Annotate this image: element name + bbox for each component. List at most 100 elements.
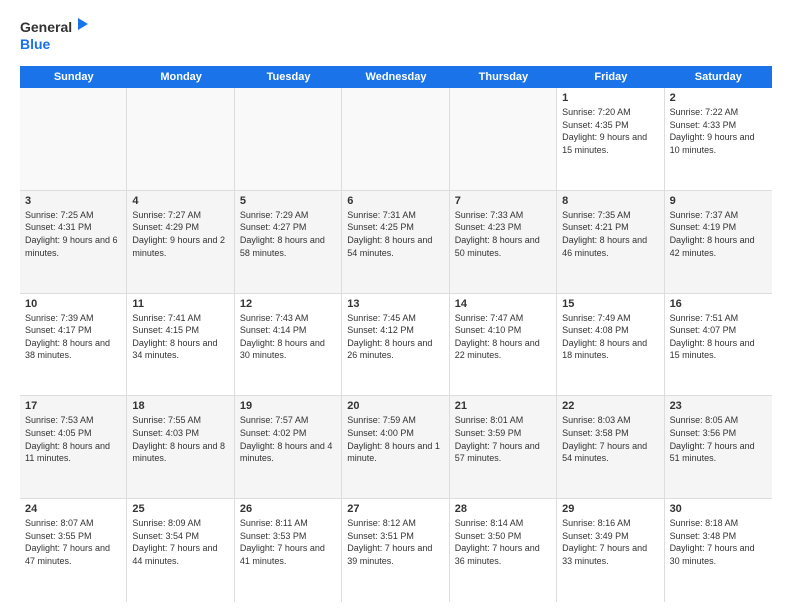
calendar-cell: 4 Sunrise: 7:27 AMSunset: 4:29 PMDayligh… xyxy=(127,191,234,293)
day-number: 14 xyxy=(455,298,551,310)
cell-info: Sunrise: 8:05 AMSunset: 3:56 PMDaylight:… xyxy=(670,415,755,463)
day-of-week-header: Thursday xyxy=(450,66,557,88)
page-header: GeneralBlue xyxy=(20,16,772,56)
day-of-week-header: Saturday xyxy=(665,66,772,88)
calendar-cell xyxy=(20,88,127,190)
day-number: 1 xyxy=(562,92,658,104)
day-number: 28 xyxy=(455,503,551,515)
calendar-cell: 9 Sunrise: 7:37 AMSunset: 4:19 PMDayligh… xyxy=(665,191,772,293)
day-number: 20 xyxy=(347,400,443,412)
day-number: 10 xyxy=(25,298,121,310)
day-number: 2 xyxy=(670,92,767,104)
day-number: 25 xyxy=(132,503,228,515)
cell-info: Sunrise: 7:53 AMSunset: 4:05 PMDaylight:… xyxy=(25,415,110,463)
day-of-week-header: Monday xyxy=(127,66,234,88)
day-number: 11 xyxy=(132,298,228,310)
calendar-cell: 20 Sunrise: 7:59 AMSunset: 4:00 PMDaylig… xyxy=(342,396,449,498)
calendar-cell: 27 Sunrise: 8:12 AMSunset: 3:51 PMDaylig… xyxy=(342,499,449,602)
cell-info: Sunrise: 7:35 AMSunset: 4:21 PMDaylight:… xyxy=(562,210,647,258)
calendar-cell: 13 Sunrise: 7:45 AMSunset: 4:12 PMDaylig… xyxy=(342,294,449,396)
day-number: 17 xyxy=(25,400,121,412)
cell-info: Sunrise: 7:33 AMSunset: 4:23 PMDaylight:… xyxy=(455,210,540,258)
calendar-cell: 28 Sunrise: 8:14 AMSunset: 3:50 PMDaylig… xyxy=(450,499,557,602)
calendar-cell xyxy=(342,88,449,190)
day-of-week-header: Tuesday xyxy=(235,66,342,88)
calendar-cell: 6 Sunrise: 7:31 AMSunset: 4:25 PMDayligh… xyxy=(342,191,449,293)
logo: GeneralBlue xyxy=(20,16,90,56)
svg-text:General: General xyxy=(20,19,72,35)
svg-text:Blue: Blue xyxy=(20,36,51,52)
calendar-body: 1 Sunrise: 7:20 AMSunset: 4:35 PMDayligh… xyxy=(20,88,772,602)
calendar-cell: 30 Sunrise: 8:18 AMSunset: 3:48 PMDaylig… xyxy=(665,499,772,602)
calendar-week-row: 24 Sunrise: 8:07 AMSunset: 3:55 PMDaylig… xyxy=(20,499,772,602)
day-of-week-header: Wednesday xyxy=(342,66,449,88)
day-number: 7 xyxy=(455,195,551,207)
day-number: 27 xyxy=(347,503,443,515)
calendar-cell: 12 Sunrise: 7:43 AMSunset: 4:14 PMDaylig… xyxy=(235,294,342,396)
calendar-cell xyxy=(450,88,557,190)
calendar-cell: 15 Sunrise: 7:49 AMSunset: 4:08 PMDaylig… xyxy=(557,294,664,396)
logo-graphic: GeneralBlue xyxy=(20,16,90,56)
cell-info: Sunrise: 7:31 AMSunset: 4:25 PMDaylight:… xyxy=(347,210,432,258)
calendar-cell: 22 Sunrise: 8:03 AMSunset: 3:58 PMDaylig… xyxy=(557,396,664,498)
calendar-cell: 10 Sunrise: 7:39 AMSunset: 4:17 PMDaylig… xyxy=(20,294,127,396)
calendar-cell: 29 Sunrise: 8:16 AMSunset: 3:49 PMDaylig… xyxy=(557,499,664,602)
day-number: 9 xyxy=(670,195,767,207)
cell-info: Sunrise: 7:59 AMSunset: 4:00 PMDaylight:… xyxy=(347,415,440,463)
day-number: 26 xyxy=(240,503,336,515)
cell-info: Sunrise: 7:22 AMSunset: 4:33 PMDaylight:… xyxy=(670,107,755,155)
calendar-cell: 25 Sunrise: 8:09 AMSunset: 3:54 PMDaylig… xyxy=(127,499,234,602)
cell-info: Sunrise: 7:39 AMSunset: 4:17 PMDaylight:… xyxy=(25,313,110,361)
cell-info: Sunrise: 7:47 AMSunset: 4:10 PMDaylight:… xyxy=(455,313,540,361)
cell-info: Sunrise: 7:29 AMSunset: 4:27 PMDaylight:… xyxy=(240,210,325,258)
calendar-cell xyxy=(127,88,234,190)
day-number: 30 xyxy=(670,503,767,515)
calendar-week-row: 10 Sunrise: 7:39 AMSunset: 4:17 PMDaylig… xyxy=(20,294,772,397)
day-number: 18 xyxy=(132,400,228,412)
cell-info: Sunrise: 8:16 AMSunset: 3:49 PMDaylight:… xyxy=(562,518,647,566)
cell-info: Sunrise: 7:49 AMSunset: 4:08 PMDaylight:… xyxy=(562,313,647,361)
cell-info: Sunrise: 8:18 AMSunset: 3:48 PMDaylight:… xyxy=(670,518,755,566)
day-of-week-header: Sunday xyxy=(20,66,127,88)
day-number: 8 xyxy=(562,195,658,207)
day-number: 19 xyxy=(240,400,336,412)
cell-info: Sunrise: 8:07 AMSunset: 3:55 PMDaylight:… xyxy=(25,518,110,566)
calendar-cell: 5 Sunrise: 7:29 AMSunset: 4:27 PMDayligh… xyxy=(235,191,342,293)
day-number: 4 xyxy=(132,195,228,207)
cell-info: Sunrise: 7:27 AMSunset: 4:29 PMDaylight:… xyxy=(132,210,225,258)
calendar: SundayMondayTuesdayWednesdayThursdayFrid… xyxy=(20,66,772,602)
calendar-cell: 11 Sunrise: 7:41 AMSunset: 4:15 PMDaylig… xyxy=(127,294,234,396)
cell-info: Sunrise: 7:51 AMSunset: 4:07 PMDaylight:… xyxy=(670,313,755,361)
cell-info: Sunrise: 7:41 AMSunset: 4:15 PMDaylight:… xyxy=(132,313,217,361)
calendar-cell: 26 Sunrise: 8:11 AMSunset: 3:53 PMDaylig… xyxy=(235,499,342,602)
calendar-cell: 19 Sunrise: 7:57 AMSunset: 4:02 PMDaylig… xyxy=(235,396,342,498)
calendar-cell: 8 Sunrise: 7:35 AMSunset: 4:21 PMDayligh… xyxy=(557,191,664,293)
calendar-cell: 24 Sunrise: 8:07 AMSunset: 3:55 PMDaylig… xyxy=(20,499,127,602)
day-number: 6 xyxy=(347,195,443,207)
cell-info: Sunrise: 8:01 AMSunset: 3:59 PMDaylight:… xyxy=(455,415,540,463)
cell-info: Sunrise: 7:43 AMSunset: 4:14 PMDaylight:… xyxy=(240,313,325,361)
calendar-cell: 3 Sunrise: 7:25 AMSunset: 4:31 PMDayligh… xyxy=(20,191,127,293)
day-number: 23 xyxy=(670,400,767,412)
calendar-week-row: 3 Sunrise: 7:25 AMSunset: 4:31 PMDayligh… xyxy=(20,191,772,294)
day-number: 21 xyxy=(455,400,551,412)
day-of-week-header: Friday xyxy=(557,66,664,88)
cell-info: Sunrise: 7:37 AMSunset: 4:19 PMDaylight:… xyxy=(670,210,755,258)
calendar-week-row: 17 Sunrise: 7:53 AMSunset: 4:05 PMDaylig… xyxy=(20,396,772,499)
day-number: 24 xyxy=(25,503,121,515)
cell-info: Sunrise: 8:09 AMSunset: 3:54 PMDaylight:… xyxy=(132,518,217,566)
calendar-week-row: 1 Sunrise: 7:20 AMSunset: 4:35 PMDayligh… xyxy=(20,88,772,191)
calendar-cell: 18 Sunrise: 7:55 AMSunset: 4:03 PMDaylig… xyxy=(127,396,234,498)
calendar-cell xyxy=(235,88,342,190)
calendar-cell: 17 Sunrise: 7:53 AMSunset: 4:05 PMDaylig… xyxy=(20,396,127,498)
calendar-header: SundayMondayTuesdayWednesdayThursdayFrid… xyxy=(20,66,772,88)
day-number: 29 xyxy=(562,503,658,515)
calendar-cell: 16 Sunrise: 7:51 AMSunset: 4:07 PMDaylig… xyxy=(665,294,772,396)
day-number: 15 xyxy=(562,298,658,310)
day-number: 12 xyxy=(240,298,336,310)
cell-info: Sunrise: 7:55 AMSunset: 4:03 PMDaylight:… xyxy=(132,415,225,463)
cell-info: Sunrise: 7:20 AMSunset: 4:35 PMDaylight:… xyxy=(562,107,647,155)
day-number: 5 xyxy=(240,195,336,207)
calendar-cell: 1 Sunrise: 7:20 AMSunset: 4:35 PMDayligh… xyxy=(557,88,664,190)
calendar-cell: 21 Sunrise: 8:01 AMSunset: 3:59 PMDaylig… xyxy=(450,396,557,498)
